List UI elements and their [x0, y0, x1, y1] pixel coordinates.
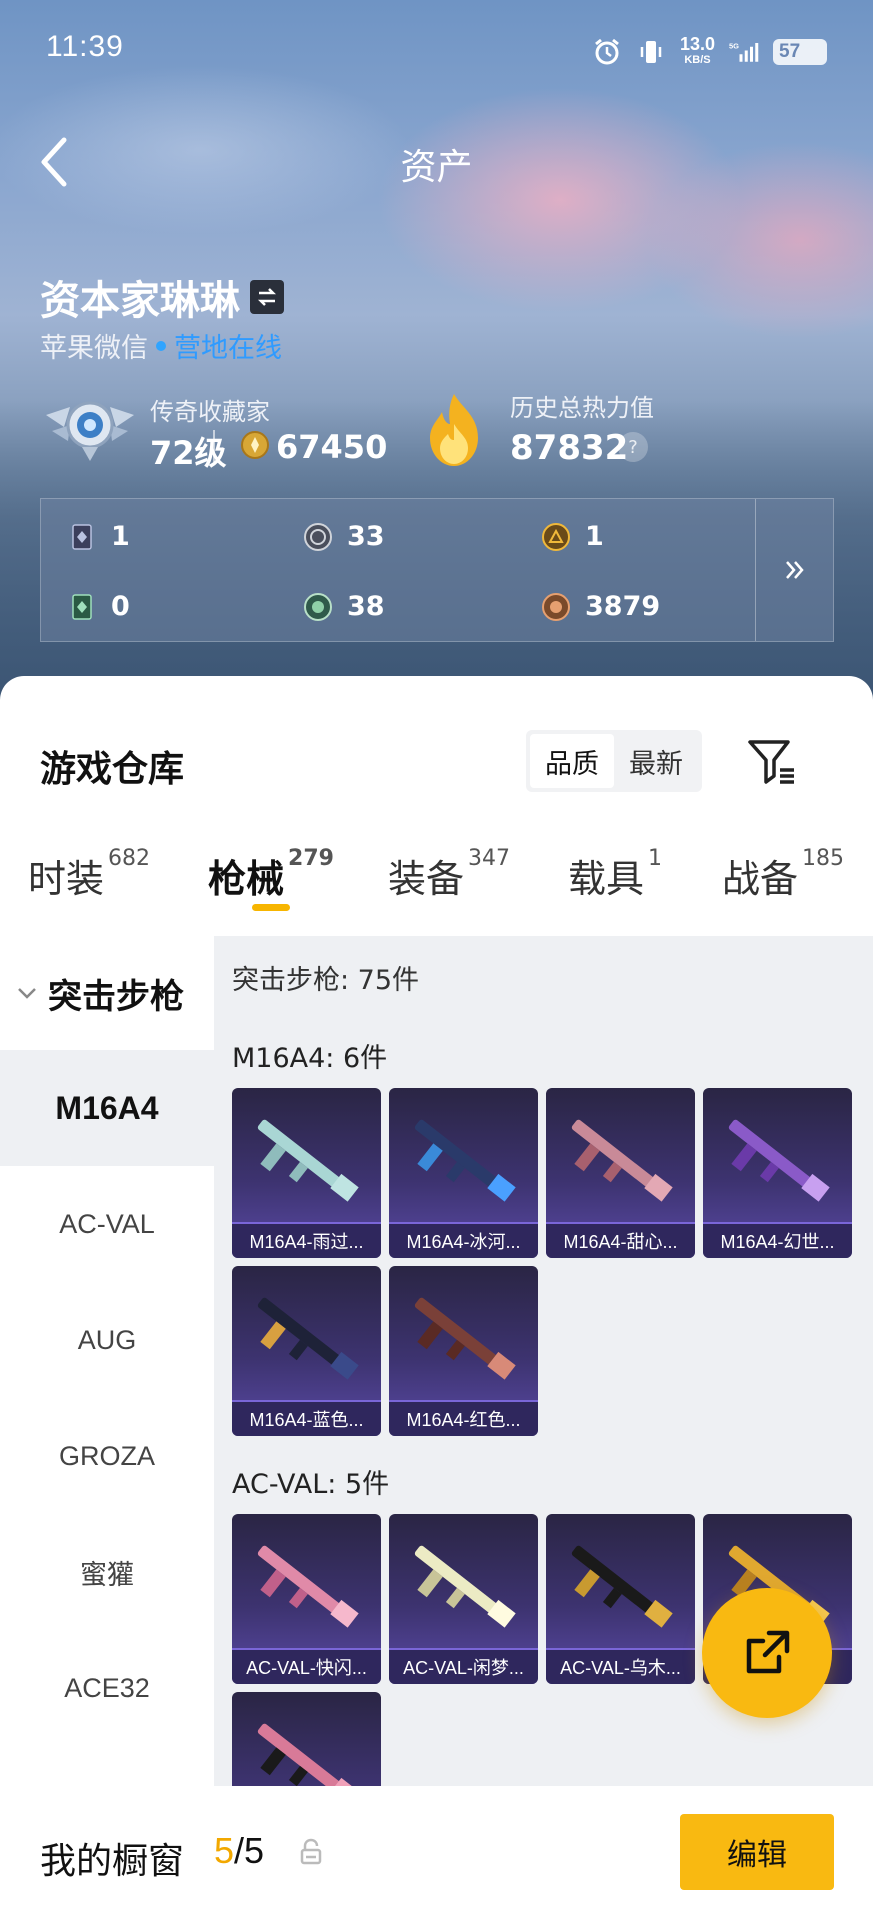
rifle-icon [414, 1297, 516, 1380]
rifle-icon [257, 1723, 359, 1786]
swap-account-icon[interactable] [250, 280, 284, 314]
rifle-icon [571, 1545, 673, 1628]
stat-item: 33 [303, 521, 385, 552]
weapon-card[interactable]: M16A4-冰河... [389, 1088, 538, 1258]
share-button[interactable] [702, 1588, 832, 1718]
group-title: AC-VAL: 5件 [232, 1469, 390, 1500]
stat-item: 1 [541, 521, 604, 552]
battery-icon: 57 [773, 39, 827, 65]
category-tabs: 时装 682 枪械 279 装备 347 载具 1 战备 185 [0, 818, 873, 936]
weapon-card[interactable]: M16A4-蓝色... [232, 1266, 381, 1436]
online-dot [156, 340, 166, 351]
showcase-count: 5/5 [214, 1830, 265, 1871]
network-speed: 13.0 KB/S [679, 34, 715, 66]
stat-item: 3879 [541, 591, 660, 622]
sort-quality[interactable]: 品质 [530, 734, 614, 788]
platform-label: 苹果微信 [40, 333, 148, 364]
stat-item: 1 [67, 521, 130, 552]
weapon-card[interactable]: AC-VAL-快闪... [232, 1514, 381, 1684]
sidebar-category[interactable]: 突击步枪 [0, 936, 214, 1050]
player-level: 72级 [150, 434, 227, 472]
rifle-icon [257, 1297, 359, 1380]
stats-more-button[interactable] [755, 499, 833, 641]
weapon-card[interactable]: M16A4-幻世... [703, 1088, 852, 1258]
help-icon[interactable]: ? [618, 432, 648, 462]
group-title: M16A4: 6件 [232, 1043, 388, 1074]
player-name-row: 资本家琳琳 [40, 268, 284, 326]
tab-equipment[interactable]: 装备 347 [388, 818, 510, 936]
coin-value: 67450 [276, 428, 388, 466]
double-chevron-right-icon [785, 561, 804, 579]
rifle-icon [257, 1119, 359, 1202]
tab-gear[interactable]: 战备 185 [722, 818, 844, 936]
signal-5g-icon: 5G [729, 37, 759, 67]
svg-text:5G: 5G [729, 41, 739, 50]
sidebar-item-acval[interactable]: AC-VAL [0, 1166, 214, 1282]
status-time: 11:39 [46, 30, 124, 63]
weapon-card[interactable]: AC-VAL-闲梦... [389, 1514, 538, 1684]
fire-icon [422, 390, 486, 470]
page-title: 资产 [400, 147, 473, 188]
warehouse-title: 游戏仓库 [40, 749, 185, 790]
green-coin-icon [304, 592, 332, 621]
rifle-icon [728, 1119, 830, 1202]
sort-toggle: 品质 最新 [526, 730, 702, 792]
filter-button[interactable] [744, 734, 800, 790]
coin-icon [240, 430, 270, 460]
showcase-label: 我的橱窗 [40, 1841, 185, 1882]
stats-panel: 1 33 1 0 38 3879 [40, 498, 834, 642]
weapon-card[interactable] [232, 1692, 381, 1786]
heat-value: 87832 [510, 428, 629, 468]
heat-label: 历史总热力值 [510, 394, 654, 422]
weapon-card[interactable]: M16A4-雨过... [232, 1088, 381, 1258]
sidebar-item-groza[interactable]: GROZA [0, 1398, 214, 1514]
lock-icon [298, 1838, 324, 1866]
sidebar-item-aug[interactable]: AUG [0, 1282, 214, 1398]
rifle-icon [414, 1119, 516, 1202]
tab-fashion[interactable]: 时装 682 [28, 818, 150, 936]
tab-guns[interactable]: 枪械 279 [208, 818, 334, 936]
rifle-icon [571, 1119, 673, 1202]
silver-coin-icon [304, 522, 332, 551]
tab-vehicles[interactable]: 载具 1 [568, 818, 662, 936]
tab-indicator [252, 904, 290, 911]
stat-item: 0 [67, 591, 130, 622]
player-name: 资本家琳琳 [40, 278, 240, 324]
sidebar-item-honeybadger[interactable]: 蜜獾 [0, 1514, 214, 1630]
rank-badge-icon [40, 385, 140, 465]
rifle-icon [257, 1545, 359, 1628]
rifle-icon [414, 1545, 516, 1628]
bronze-coin-icon [542, 592, 570, 621]
rank-title: 传奇收藏家 [150, 398, 270, 426]
category-count: 突击步枪: 75件 [232, 965, 420, 996]
share-icon [746, 1630, 790, 1674]
vibrate-icon [636, 37, 666, 67]
edit-button[interactable]: 编辑 [680, 1814, 834, 1890]
alarm-icon [592, 37, 622, 67]
weapon-card[interactable]: AC-VAL-乌木... [546, 1514, 695, 1684]
filter-icon [748, 740, 794, 784]
player-platform-row: 苹果微信 营地在线 [40, 326, 282, 365]
online-status: 营地在线 [174, 333, 282, 364]
chevron-down-icon [18, 988, 36, 999]
stat-item: 38 [303, 591, 385, 622]
sidebar-item-ace32[interactable]: ACE32 [0, 1630, 214, 1746]
sidebar-item-m16a4[interactable]: M16A4 [0, 1050, 214, 1166]
weapon-card[interactable]: M16A4-甜心... [546, 1088, 695, 1258]
weapon-card[interactable]: M16A4-红色... [389, 1266, 538, 1436]
card-icon [72, 523, 92, 550]
sort-newest[interactable]: 最新 [614, 734, 698, 788]
divider [213, 430, 215, 462]
gold-coin-icon [542, 522, 570, 551]
green-card-icon [72, 593, 92, 620]
status-bar: 11:39 13.0 KB/S 5G 57 [46, 30, 827, 74]
weapon-sidebar: 突击步枪 M16A4 AC-VAL AUG GROZA 蜜獾 ACE32 [0, 936, 214, 1786]
